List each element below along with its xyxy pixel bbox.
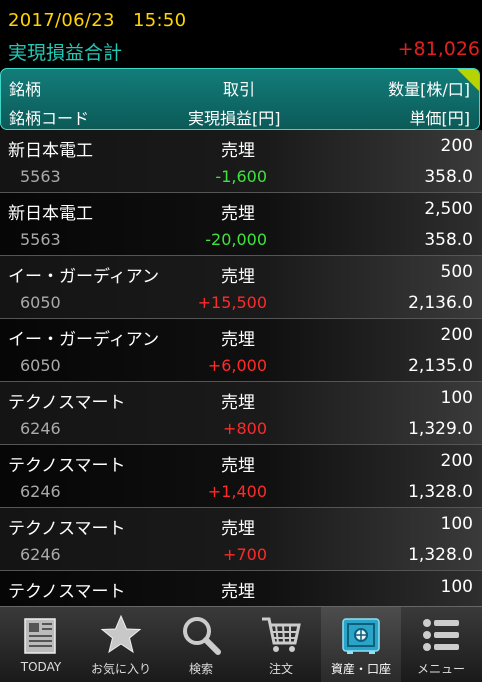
trade-type: 売埋 <box>221 330 255 350</box>
quantity: 200 <box>440 325 473 345</box>
stock-name: テクノスマート <box>8 393 126 413</box>
header-qty: 数量[株/口] <box>388 80 470 99</box>
quantity: 100 <box>440 577 473 597</box>
trade-type: 売埋 <box>221 582 255 602</box>
realized-pl: +6,000 <box>207 356 267 375</box>
nav-label: メニュー <box>416 662 465 676</box>
trade-row[interactable]: 新日本電工 売埋 2,500 5563 -20,000 358.0 <box>0 193 482 256</box>
nav-item-3[interactable]: 注文 <box>241 607 321 682</box>
unit-price: 2,136.0 <box>408 293 473 313</box>
header-price: 単価[円] <box>409 109 471 128</box>
quantity: 200 <box>440 451 473 471</box>
stock-name: イー・ガーディアン <box>8 267 160 287</box>
quantity: 500 <box>440 262 473 282</box>
realized-pl: +1,400 <box>207 482 267 501</box>
trade-row[interactable]: テクノスマート 売埋 100 6246 +700 1,328.0 <box>0 508 482 571</box>
quantity: 2,500 <box>424 199 473 219</box>
header-code: 銘柄コード <box>9 109 90 128</box>
realized-pl: +15,500 <box>197 293 267 312</box>
stock-name: テクノスマート <box>8 582 126 602</box>
trade-type: 売埋 <box>221 456 255 476</box>
stock-code: 6246 <box>20 545 61 564</box>
bottom-nav: TODAY お気に入り 検索 注文 資産・口座 メニュー <box>0 606 482 682</box>
trade-type: 売埋 <box>221 204 255 224</box>
safe-icon <box>339 613 383 657</box>
status-header: 2017/06/23 15:50 実現損益合計 +81,026 <box>0 0 482 68</box>
header-pl: 実現損益[円] <box>188 109 281 128</box>
trade-type: 売埋 <box>221 519 255 539</box>
trade-type: 売埋 <box>221 141 255 161</box>
stock-code: 5563 <box>20 230 61 249</box>
nav-label: 資産・口座 <box>330 662 391 676</box>
stock-code: 6050 <box>20 356 61 375</box>
stock-name: テクノスマート <box>8 456 126 476</box>
nav-label: TODAY <box>20 660 62 674</box>
trade-row[interactable]: テクノスマート 売埋 100 <box>0 571 482 606</box>
trade-row[interactable]: テクノスマート 売埋 100 6246 +800 1,329.0 <box>0 382 482 445</box>
trade-row[interactable]: テクノスマート 売埋 200 6246 +1,400 1,328.0 <box>0 445 482 508</box>
nav-label: お気に入り <box>90 662 151 676</box>
stock-code: 6050 <box>20 293 61 312</box>
quantity: 100 <box>440 514 473 534</box>
realized-pl-total-label: 実現損益合計 <box>8 42 123 64</box>
nav-label: 注文 <box>268 662 293 676</box>
unit-price: 358.0 <box>424 167 473 187</box>
nav-label: 検索 <box>188 662 213 676</box>
stock-name: 新日本電工 <box>8 204 93 224</box>
stock-code: 6246 <box>20 419 61 438</box>
trade-list[interactable]: 新日本電工 売埋 200 5563 -1,600 358.0 新日本電工 売埋 2,500 556… <box>0 130 482 606</box>
cart-icon <box>259 613 303 657</box>
trade-row[interactable]: 新日本電工 売埋 200 5563 -1,600 358.0 <box>0 130 482 193</box>
stock-name: イー・ガーディアン <box>8 330 160 350</box>
trade-type: 売埋 <box>221 393 255 413</box>
column-header: 銘柄 取引 数量[株/口] 銘柄コード 実現損益[円] 単価[円] <box>0 68 480 130</box>
nav-item-5[interactable]: メニュー <box>401 607 481 682</box>
realized-pl: -20,000 <box>205 230 267 249</box>
unit-price: 358.0 <box>424 230 473 250</box>
quantity: 200 <box>440 136 473 156</box>
nav-item-4[interactable]: 資産・口座 <box>321 607 401 682</box>
nav-item-2[interactable]: 検索 <box>161 607 241 682</box>
nav-item-1[interactable]: お気に入り <box>81 607 161 682</box>
header-trade: 取引 <box>223 80 256 99</box>
quantity: 100 <box>440 388 473 408</box>
star-icon <box>99 613 143 657</box>
unit-price: 2,135.0 <box>408 356 473 376</box>
stock-name: テクノスマート <box>8 519 126 539</box>
realized-pl: +700 <box>223 545 267 564</box>
newspaper-icon <box>19 613 63 657</box>
unit-price: 1,328.0 <box>408 545 473 565</box>
search-icon <box>179 613 223 657</box>
nav-item-0[interactable]: TODAY <box>1 607 81 682</box>
menu-list-icon <box>419 613 463 657</box>
header-name: 銘柄 <box>9 80 42 99</box>
stock-name: 新日本電工 <box>8 141 93 161</box>
trade-row[interactable]: イー・ガーディアン 売埋 200 6050 +6,000 2,135.0 <box>0 319 482 382</box>
realized-pl: -1,600 <box>215 167 267 186</box>
realized-pl-total-value: +81,026 <box>397 38 480 60</box>
unit-price: 1,329.0 <box>408 419 473 439</box>
trade-type: 売埋 <box>221 267 255 287</box>
unit-price: 1,328.0 <box>408 482 473 502</box>
stock-code: 6246 <box>20 482 61 501</box>
trade-row[interactable]: イー・ガーディアン 売埋 500 6050 +15,500 2,136.0 <box>0 256 482 319</box>
stock-code: 5563 <box>20 167 61 186</box>
realized-pl: +800 <box>223 419 267 438</box>
datetime-label: 2017/06/23 15:50 <box>8 10 187 31</box>
